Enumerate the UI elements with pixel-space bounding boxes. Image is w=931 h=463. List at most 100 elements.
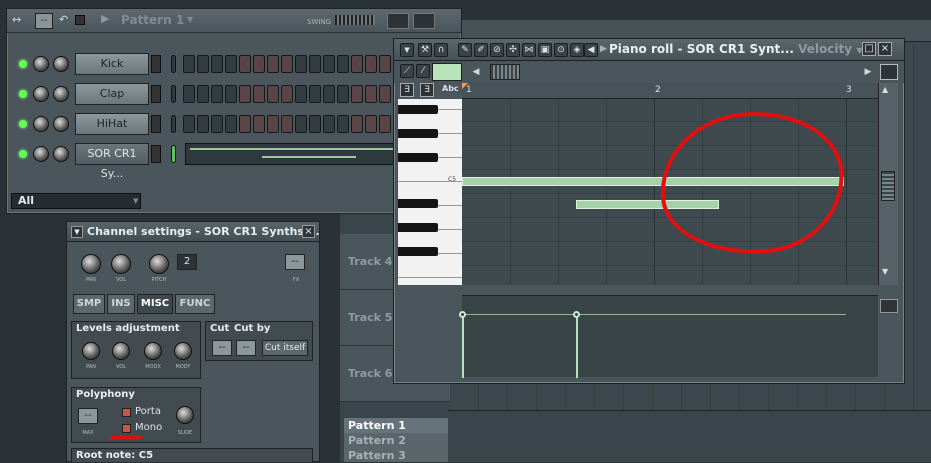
porta-checkbox[interactable] [122,408,131,417]
event-target-label[interactable]: Velocity [798,42,852,56]
channel-led[interactable] [19,120,27,128]
pattern-item[interactable]: Pattern 1 [344,418,448,433]
volume-knob[interactable] [53,86,69,102]
window-menu-icon[interactable]: ▼ [400,43,414,57]
tab-func[interactable]: FUNC [175,294,215,314]
velocity-handle[interactable] [459,311,466,318]
pan-knob[interactable] [33,56,49,72]
swing-slider[interactable] [335,15,375,25]
timeline-ruler[interactable]: 1 2 3 [462,83,878,99]
step-grid[interactable] [183,55,405,73]
delete-icon[interactable]: ⊘ [490,43,504,57]
scroll-down-icon[interactable]: ▼ [882,267,888,276]
slice-icon[interactable]: ⋈ [522,43,536,57]
tab-smp[interactable]: SMP [73,294,105,314]
level-vol-knob[interactable] [112,342,130,360]
vertical-scroll-thumb[interactable] [881,171,895,201]
channel-select[interactable] [151,115,161,133]
keyboard-editor-icon[interactable] [413,13,435,29]
playback-icon[interactable]: ◈ [570,43,584,57]
event-editor-menu-icon[interactable] [880,299,898,313]
pattern-selector-icon[interactable] [75,15,85,25]
slide-knob[interactable] [176,406,194,424]
fx-channel-display[interactable]: -- [285,254,305,270]
scroll-right-icon[interactable]: ▶ [860,64,876,80]
mody-knob[interactable] [174,342,192,360]
pan-knob[interactable] [81,254,101,274]
draw-mode-icon[interactable]: ⟋ [400,64,414,78]
note-names-toggle[interactable]: Abc [442,84,459,93]
graph-editor-icon[interactable] [387,13,409,29]
pitch-knob[interactable] [149,254,169,274]
volume-knob[interactable] [53,146,69,162]
channel-select[interactable] [151,85,161,103]
undo-icon[interactable]: ↶ [59,13,68,26]
channel-led[interactable] [19,150,27,158]
volume-knob[interactable] [53,56,69,72]
window-menu-icon[interactable]: ▼ [71,226,83,238]
line-icon[interactable]: ⁄ [416,64,430,78]
mute-icon[interactable]: ✣ [506,43,520,57]
channel-filter-select[interactable]: All [11,193,141,209]
scale-icon[interactable]: ∃ [420,83,434,97]
velocity-handle[interactable] [573,311,580,318]
channel-button-sor[interactable]: SOR CR1 Sy... [75,143,149,180]
pencil-icon[interactable]: ✎ [458,43,472,57]
tab-ins[interactable]: INS [107,294,135,314]
channel-select[interactable] [151,55,161,73]
cut-itself-button[interactable]: Cut itself [262,340,308,356]
select-icon[interactable]: ▣ [538,43,552,57]
close-icon[interactable]: × [878,42,892,56]
close-icon[interactable]: × [302,225,315,238]
speaker-icon[interactable]: ◀ [584,43,598,57]
channel-row-clap: Clap [15,81,455,107]
pitch-range-display[interactable]: 2 [177,254,197,270]
move-arrows-icon[interactable]: ↔ [12,13,21,26]
horizontal-scroll-thumb[interactable] [490,64,520,80]
channel-led[interactable] [19,90,27,98]
cut-display[interactable]: -- [212,340,232,356]
pan-knob[interactable] [33,86,49,102]
pattern-dropdown-icon[interactable]: ▼ [187,15,193,24]
zoom-icon[interactable]: ⊙ [554,43,568,57]
maximize-icon[interactable]: □ [862,42,876,56]
cut-by-display[interactable]: -- [236,340,256,356]
piano-keyboard[interactable]: C5 [398,99,462,285]
channel-button-clap[interactable]: Clap [75,83,149,105]
velocity-editor[interactable] [459,295,878,378]
pattern-pane-display[interactable]: -- [35,13,53,29]
zoom-box-icon[interactable] [880,64,898,80]
channel-select[interactable] [151,145,161,163]
channel-settings-title[interactable]: Channel settings - SOR CR1 Synths 0... [67,222,319,242]
velocity-bar[interactable] [576,316,578,378]
step-grid[interactable] [183,115,405,133]
pattern-name[interactable]: Pattern 1 [121,13,184,27]
wrench-icon[interactable]: ⚒ [418,43,432,57]
pan-knob[interactable] [33,116,49,132]
chord-icon[interactable]: ∃ [400,83,414,97]
max-polyphony-display[interactable]: -- [78,408,98,424]
channel-button-hihat[interactable]: HiHat [75,113,149,135]
volume-knob[interactable] [53,116,69,132]
modx-knob[interactable] [144,342,162,360]
filter-dropdown-icon[interactable]: ▼ [133,197,138,205]
mono-checkbox[interactable] [122,424,131,433]
step-grid[interactable] [183,85,405,103]
pattern-item[interactable]: Pattern 3 [344,448,448,463]
scroll-up-icon[interactable]: ▲ [882,85,888,94]
pattern-item[interactable]: Pattern 2 [344,433,448,448]
pattern-clip-area[interactable] [448,410,931,462]
color-swatch[interactable] [432,63,462,81]
vertical-scrollbar[interactable]: ▲ ▼ [878,83,898,285]
pan-knob[interactable] [33,146,49,162]
volume-knob[interactable] [111,254,131,274]
level-pan-knob[interactable] [82,342,100,360]
velocity-bar[interactable] [462,316,464,378]
magnet-icon[interactable]: ∩ [434,43,448,57]
channel-button-kick[interactable]: Kick [75,53,149,75]
scroll-left-icon[interactable]: ◀ [468,64,484,80]
channel-led[interactable] [19,60,27,68]
tab-misc[interactable]: MISC [137,294,173,314]
mini-piano-roll-preview[interactable] [185,143,407,165]
paint-icon[interactable]: ✐ [474,43,488,57]
